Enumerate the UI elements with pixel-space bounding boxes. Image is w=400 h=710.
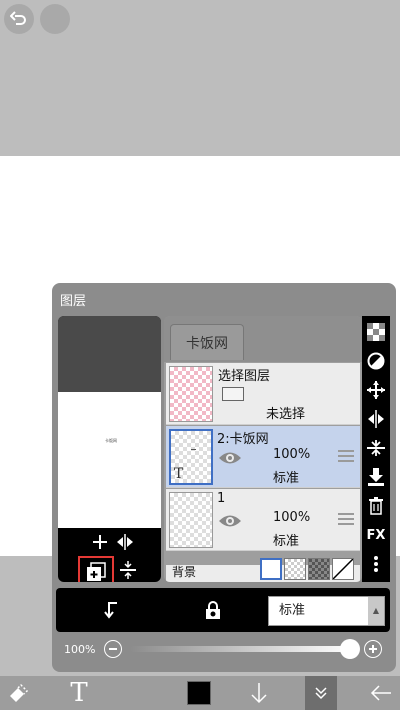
plus-icon <box>369 645 377 653</box>
arrow-down-icon <box>251 683 267 704</box>
layer-name: 1 <box>217 491 226 506</box>
text-tool-button[interactable]: T <box>62 676 96 710</box>
color-swatch <box>187 681 211 705</box>
contrast-icon <box>367 352 385 370</box>
bg-option-dark-checker[interactable] <box>308 558 330 580</box>
opacity-row: 100% <box>56 635 390 663</box>
selection-box-icon <box>222 387 244 401</box>
clip-arrow-button[interactable] <box>96 593 126 627</box>
trash-icon <box>369 497 383 515</box>
eraser-button[interactable] <box>4 676 34 710</box>
merge-down-icon <box>120 561 136 579</box>
layer-row-1[interactable]: 1 100% 标准 <box>166 489 360 551</box>
collapse-button[interactable] <box>305 676 337 710</box>
blend-mode-value: 标准 <box>279 603 306 618</box>
transparency-lock-button[interactable] <box>362 318 390 346</box>
more-button[interactable] <box>362 550 390 578</box>
back-button[interactable] <box>366 676 396 710</box>
opacity-slider-track[interactable] <box>130 646 352 652</box>
layer-panel: 图层 卡饭网 卡饭网 选择图层 未选择 T 2:卡饭网 100% 标准 1 10… <box>52 283 396 672</box>
back-arrow-icon <box>370 685 391 701</box>
lock-icon <box>206 601 220 619</box>
layer-list: 卡饭网 选择图层 未选择 T 2:卡饭网 100% 标准 1 100% 标准 背… <box>164 316 362 582</box>
flip-horizontal-icon <box>117 534 133 550</box>
eye-icon <box>219 452 241 464</box>
flip-button[interactable] <box>362 405 390 433</box>
clip-arrow-icon <box>104 602 117 619</box>
eye-icon <box>219 515 241 527</box>
layer-thumbnail: T <box>169 429 213 485</box>
add-layer-button[interactable] <box>78 556 114 582</box>
add-button[interactable] <box>90 532 110 552</box>
download-icon <box>368 468 384 486</box>
layer-preview: 卡饭网 <box>58 316 161 582</box>
drag-handle-icon[interactable] <box>338 450 354 462</box>
merge-icon <box>367 440 385 456</box>
top-bar <box>0 0 400 156</box>
eraser-icon <box>10 683 29 702</box>
plus-icon <box>93 535 107 549</box>
visibility-toggle[interactable] <box>218 450 242 470</box>
add-layer-icon <box>87 562 106 581</box>
flip-layer-button[interactable] <box>113 532 137 552</box>
delete-layer-button[interactable] <box>362 492 390 520</box>
layer-thumbnail <box>169 366 213 422</box>
layer-tools-bar: FX <box>362 316 390 582</box>
move-down-button[interactable] <box>244 676 274 710</box>
background-label: 背景 <box>172 565 197 579</box>
undo-icon <box>10 11 26 25</box>
minus-icon <box>109 648 117 650</box>
bottom-toolbar: T <box>0 676 400 710</box>
text-layer-marker: T <box>174 466 184 482</box>
fx-button[interactable]: FX <box>362 521 390 549</box>
tab-area: 卡饭网 <box>164 316 362 362</box>
layer-folder-tab[interactable]: 卡饭网 <box>170 324 244 360</box>
lock-alpha-button[interactable] <box>198 593 228 627</box>
layer-thumbnail <box>169 492 213 548</box>
panel-title: 图层 <box>60 294 87 309</box>
opacity-slider-knob[interactable] <box>340 639 360 659</box>
layer-status: 未选择 <box>266 407 306 422</box>
checker-icon <box>367 323 385 341</box>
opacity-decrease-button[interactable] <box>104 640 122 658</box>
blend-mode-select[interactable]: 标准 ▲ <box>268 596 385 626</box>
layer-name: 选择图层 <box>218 369 271 384</box>
move-button[interactable] <box>362 376 390 404</box>
visibility-toggle[interactable] <box>218 513 242 533</box>
drag-handle-icon[interactable] <box>338 513 354 525</box>
layer-name: 2:卡饭网 <box>217 432 269 447</box>
opacity-label: 100% <box>64 643 96 656</box>
preview-text: 卡饭网 <box>105 438 117 443</box>
layer-opacity: 100% <box>273 447 311 462</box>
bg-option-white[interactable] <box>260 558 282 580</box>
layer-options-bar: 标准 ▲ <box>56 588 390 632</box>
color-swatch-button[interactable] <box>185 676 213 710</box>
layer-blend: 标准 <box>273 534 300 549</box>
preview-dark-area <box>58 316 161 392</box>
dropdown-arrow-icon: ▲ <box>368 597 384 625</box>
collapse-icon <box>315 687 327 700</box>
move-icon <box>367 381 385 399</box>
merge-button[interactable] <box>362 434 390 462</box>
clipping-button[interactable] <box>362 347 390 375</box>
download-button[interactable] <box>362 463 390 491</box>
layer-row-2[interactable]: T 2:卡饭网 100% 标准 <box>166 426 360 488</box>
opacity-increase-button[interactable] <box>364 640 382 658</box>
background-row: 背景 <box>166 558 360 582</box>
flip-icon <box>368 410 384 428</box>
more-vertical-icon <box>374 556 378 572</box>
layer-opacity: 100% <box>273 510 311 525</box>
circle-button[interactable] <box>40 4 70 34</box>
layer-row-selection[interactable]: 选择图层 未选择 <box>166 363 360 425</box>
slash-icon <box>332 558 354 580</box>
preview-canvas: 卡饭网 <box>58 392 161 528</box>
bg-option-transparent[interactable] <box>332 558 354 580</box>
layer-blend: 标准 <box>273 471 300 486</box>
undo-button[interactable] <box>4 4 34 34</box>
bg-option-checker[interactable] <box>284 558 306 580</box>
merge-down-button[interactable] <box>116 558 140 582</box>
layer-thumbnail-mark <box>191 449 196 450</box>
